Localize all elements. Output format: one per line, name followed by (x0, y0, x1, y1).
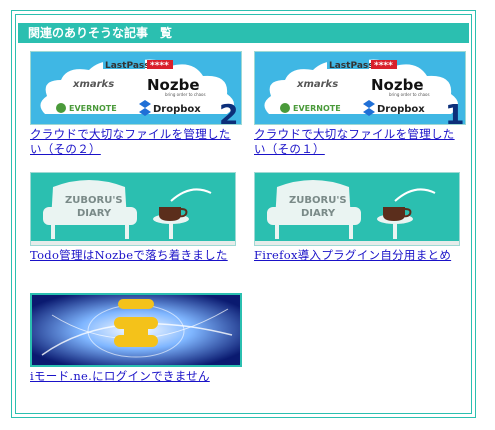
post-link[interactable]: Todo管理はNozbeで落ち着きました (30, 248, 236, 263)
section-header: 関連のありそうな記事 覧 (18, 23, 469, 43)
diary-title-line1: ZUBORU'S (289, 195, 347, 206)
post-card: ZUBORU'S DIARY Todo管理はNozbeで落ち着きました (30, 172, 236, 263)
diary-logo-image: ZUBORU'S DIARY (31, 173, 235, 245)
post-thumbnail[interactable] (30, 293, 242, 367)
coffee-cup-icon (159, 207, 181, 221)
post-thumbnail[interactable]: ZUBORU'S DIARY (254, 172, 460, 246)
nozbe-tagline: bring order to chaos (165, 92, 206, 97)
brand-dropbox: Dropbox (377, 104, 425, 115)
cloud-services-image: LastPass **** xmarks Nozbe bring order t… (255, 52, 465, 125)
diary-title-line2: DIARY (301, 208, 336, 219)
part-number-badge: 2 (219, 98, 238, 125)
imode-logo-top (118, 299, 154, 309)
cloud-services-image: LastPass **** xmarks Nozbe bring order t… (31, 52, 241, 125)
post-card: iモード.ne.にログインできません (30, 293, 242, 384)
diary-logo-image: ZUBORU'S DIARY (255, 173, 459, 245)
post-link[interactable]: クラウドで大切なファイルを管理したい（その２） (30, 127, 242, 157)
diary-title-line1: ZUBORU'S (65, 195, 123, 206)
post-link[interactable]: クラウドで大切なファイルを管理したい（その１） (254, 127, 466, 157)
post-thumbnail[interactable]: LastPass **** xmarks Nozbe bring order t… (30, 51, 242, 125)
part-number-badge: 1 (445, 98, 464, 125)
brand-lastpass: LastPass (105, 61, 150, 71)
post-card: LastPass **** xmarks Nozbe bring order t… (254, 51, 466, 157)
post-card: ZUBORU'S DIARY Firefox導入プラグイン自分用まとめ (254, 172, 460, 263)
imode-graphic-image (32, 295, 240, 365)
stars-label: **** (150, 61, 169, 71)
coffee-cup-icon (383, 207, 405, 221)
nozbe-tagline: bring order to chaos (389, 92, 430, 97)
evernote-icon (56, 103, 66, 113)
brand-xmarks: xmarks (72, 79, 114, 90)
stars-label: **** (374, 61, 393, 71)
post-link[interactable]: Firefox導入プラグイン自分用まとめ (254, 248, 460, 263)
brand-xmarks: xmarks (296, 79, 338, 90)
brand-lastpass: LastPass (329, 61, 374, 71)
brand-evernote: EVERNOTE (69, 104, 117, 113)
diary-title-line2: DIARY (77, 208, 112, 219)
brand-dropbox: Dropbox (153, 104, 201, 115)
post-card: LastPass **** xmarks Nozbe bring order t… (30, 51, 242, 157)
post-thumbnail[interactable]: LastPass **** xmarks Nozbe bring order t… (254, 51, 466, 125)
brand-evernote: EVERNOTE (293, 104, 341, 113)
post-thumbnail[interactable]: ZUBORU'S DIARY (30, 172, 236, 246)
evernote-icon (280, 103, 290, 113)
post-link[interactable]: iモード.ne.にログインできません (30, 369, 242, 384)
